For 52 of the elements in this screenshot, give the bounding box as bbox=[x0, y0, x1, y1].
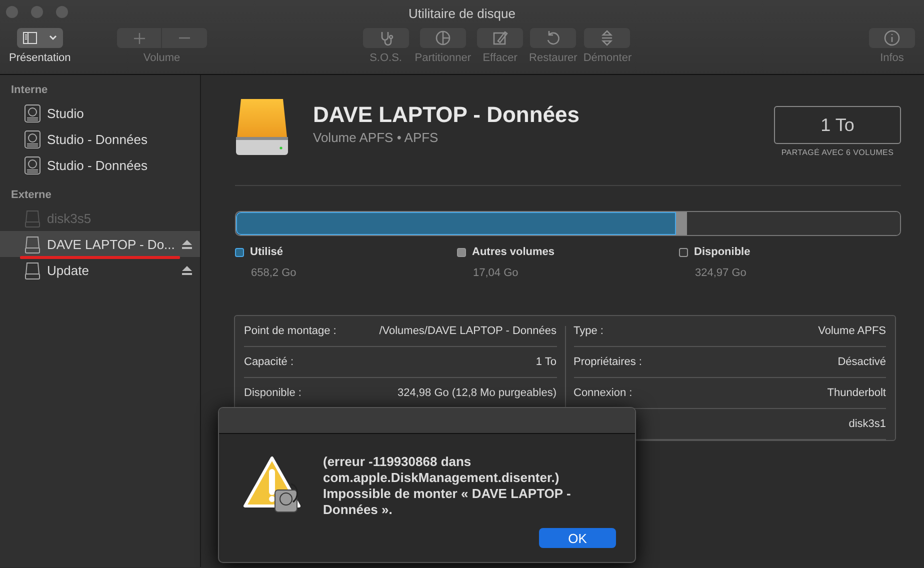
eject-icon[interactable] bbox=[182, 266, 192, 274]
sidebar-item[interactable]: DAVE LAPTOP - Do... bbox=[0, 231, 200, 257]
info-value: 324,98 Go (12,8 Mo purgeables) bbox=[398, 387, 556, 399]
info-label: Type : bbox=[574, 325, 604, 337]
info-label: Disponible : bbox=[244, 387, 302, 399]
internal-drive-icon bbox=[24, 104, 41, 122]
info-value: Thunderbolt bbox=[827, 387, 886, 399]
alert-message: (erreur -119930868 dans com.apple.DiskManagement.disenter.) Impossible de monter « DAVE LAPTOP - Données ». bbox=[323, 454, 572, 518]
external-drive-icon bbox=[24, 260, 41, 280]
info-icon bbox=[883, 29, 901, 47]
ok-button[interactable]: OK bbox=[539, 528, 616, 548]
eject-icon[interactable] bbox=[182, 240, 192, 248]
info-value: 1 To bbox=[536, 356, 556, 368]
sidebar-item[interactable]: Studio - Données bbox=[0, 126, 200, 152]
info-label: Connexion : bbox=[574, 387, 632, 399]
info-value: Désactivé bbox=[838, 356, 886, 368]
toolbar-button[interactable]: Présentation bbox=[6, 28, 74, 64]
window-title: Utilitaire de disque bbox=[408, 6, 516, 21]
info-value: Volume APFS bbox=[818, 325, 886, 337]
drive-icon bbox=[235, 97, 289, 157]
info-value: /Volumes/DAVE LAPTOP - Données bbox=[379, 325, 556, 337]
info-value: disk3s1 bbox=[848, 418, 886, 430]
minus-icon bbox=[179, 37, 190, 39]
zoom-button[interactable] bbox=[56, 6, 68, 18]
legend-value: 658,2 Go bbox=[251, 267, 298, 279]
legend-label: Utilisé bbox=[250, 246, 284, 258]
sidebar-item[interactable]: Update bbox=[0, 257, 200, 283]
info-label: Propriétaires : bbox=[574, 356, 642, 368]
info-label: Capacité : bbox=[244, 356, 294, 368]
internal-drive-icon bbox=[24, 156, 41, 174]
legend-label: Disponible bbox=[694, 246, 750, 258]
legend-label: Autres volumes bbox=[472, 246, 555, 258]
legend-value: 324,97 Go bbox=[695, 267, 748, 279]
minimize-button[interactable] bbox=[31, 6, 43, 18]
legend-value: 17,04 Go bbox=[473, 267, 520, 279]
partition-icon bbox=[434, 29, 452, 47]
sidebar-item[interactable]: Studio - Données bbox=[0, 152, 200, 178]
external-drive-icon bbox=[24, 234, 41, 254]
plus-icon bbox=[134, 32, 145, 44]
sidebar-item[interactable]: Studio bbox=[0, 100, 200, 126]
internal-drive-icon bbox=[24, 130, 41, 148]
sidebar-heading: Externe bbox=[11, 189, 52, 201]
erase-icon bbox=[491, 29, 510, 47]
info-label: Point de montage : bbox=[244, 325, 336, 337]
capacity-box: 1 To bbox=[774, 106, 901, 144]
external-drive-icon bbox=[24, 208, 41, 228]
volume-subtitle: Volume APFS • APFS bbox=[313, 130, 440, 145]
shared-note: PARTAGÉ AVEC 6 VOLUMES bbox=[781, 148, 894, 157]
close-button[interactable] bbox=[6, 6, 18, 18]
sidebar-heading: Interne bbox=[11, 84, 48, 96]
volume-name: DAVE LAPTOP - Données bbox=[313, 102, 580, 128]
sidebar-toggle-icon bbox=[16, 28, 63, 48]
